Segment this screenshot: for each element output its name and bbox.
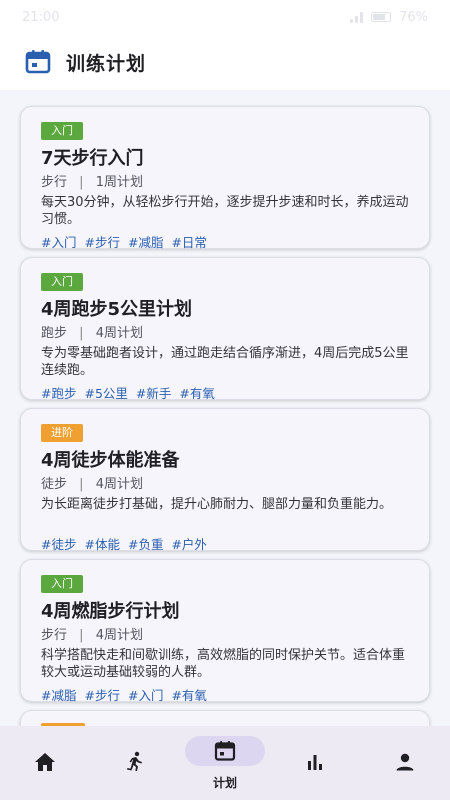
plan-card-partial[interactable]: [20, 710, 430, 726]
plan-type: 步行: [41, 175, 68, 190]
plan-tag: #户外: [171, 537, 207, 552]
level-badge: 进阶: [41, 424, 83, 442]
plan-tag: #负重: [127, 537, 164, 552]
plan-tag: #有氧: [179, 386, 215, 401]
meta-separator: |: [79, 175, 84, 190]
calendar-icon: [214, 741, 236, 761]
plan-title: 4周徒步体能准备: [41, 450, 180, 471]
status-time: 21:00: [22, 9, 60, 25]
plan-tag: #跑步: [41, 386, 77, 401]
level-badge: 入门: [41, 273, 83, 291]
plan-meta: 徒步 | 4周计划: [41, 476, 409, 494]
plan-duration: 4周计划: [95, 326, 143, 341]
plan-description: 为长距离徒步打基础，提升心肺耐力、腿部力量和负重能力。: [41, 497, 393, 512]
plan-title: 4周跑步5公里计划: [41, 299, 193, 320]
plan-tags: #跑步 #5公里 #新手 #有氧: [41, 383, 409, 402]
plan-tag: #体能: [84, 537, 120, 552]
nav-label: 计划: [212, 776, 237, 790]
plan-description: 专为零基础跑者设计，通过跑走结合循序渐进，4周后完成5公里连续跑。: [41, 346, 409, 378]
plan-meta: 跑步 | 4周计划: [41, 325, 409, 343]
plan-list[interactable]: 入门 7天步行入门 步行 | 1周计划 每天30分钟，从轻松步行开始，逐步提升步…: [0, 90, 450, 726]
bar-chart-icon: [308, 755, 322, 770]
plan-tag: #步行: [84, 688, 120, 703]
plan-meta: 步行 | 4周计划: [41, 627, 409, 645]
plan-duration: 1周计划: [95, 175, 143, 190]
person-icon: [396, 753, 414, 771]
plan-tags: #徒步 #体能 #负重 #户外: [41, 534, 409, 553]
status-icons: 76%: [350, 10, 428, 25]
level-badge: 入门: [41, 575, 83, 593]
battery-level: 76%: [399, 9, 428, 25]
page-title: 训练计划: [66, 52, 147, 75]
meta-separator: |: [79, 326, 84, 341]
plan-meta: 步行 | 1周计划: [41, 174, 409, 192]
plan-card[interactable]: 入门 4周燃脂步行计划 步行 | 4周计划 科学搭配快走和间歇训练，高效燃脂的同…: [20, 559, 430, 704]
plan-title: 7天步行入门: [41, 148, 144, 169]
plan-tag: #有氧: [171, 688, 207, 703]
battery-icon: [371, 12, 392, 22]
plan-duration: 4周计划: [95, 628, 143, 643]
plan-type: 徒步: [41, 477, 68, 492]
nav-item-home[interactable]: [0, 726, 90, 800]
plan-title: 4周燃脂步行计划: [41, 601, 180, 622]
plan-duration: 4周计划: [95, 477, 143, 492]
nav-icon-wrap: [275, 747, 355, 777]
plan-card[interactable]: 入门 7天步行入门 步行 | 1周计划 每天30分钟，从轻松步行开始，逐步提升步…: [20, 106, 430, 251]
plan-tag: #减脂: [41, 688, 77, 703]
running-icon: [127, 751, 142, 771]
status-bar: 21:00 76%: [0, 0, 450, 34]
nav-item-stats[interactable]: [270, 726, 360, 800]
nav-item-plan[interactable]: 计划: [180, 726, 270, 800]
plan-tags: #入门 #步行 #减脂 #日常: [41, 232, 409, 251]
plan-tag: #新手: [135, 386, 172, 401]
nav-icon-wrap: [5, 747, 85, 777]
plan-card[interactable]: 进阶 4周徒步体能准备 徒步 | 4周计划 为长距离徒步打基础，提升心肺耐力、腿…: [20, 408, 430, 553]
plan-description: 每天30分钟，从轻松步行开始，逐步提升步速和时长，养成运动习惯。: [41, 195, 409, 227]
nav-icon-wrap: [365, 747, 445, 777]
signal-icon: [350, 11, 364, 23]
plan-tag: #徒步: [41, 537, 77, 552]
plan-type: 跑步: [41, 326, 68, 341]
nav-icon-wrap: [185, 736, 265, 766]
home-icon: [35, 753, 55, 771]
bottom-nav: 计划: [0, 726, 450, 800]
plan-tag: #日常: [171, 235, 207, 250]
nav-item-activity[interactable]: [90, 726, 180, 800]
plan-card[interactable]: 入门 4周跑步5公里计划 跑步 | 4周计划 专为零基础跑者设计，通过跑走结合循…: [20, 257, 430, 402]
plan-tag: #步行: [84, 235, 120, 250]
level-badge: 入门: [41, 122, 83, 140]
meta-separator: |: [79, 628, 84, 643]
plan-tag: #入门: [127, 688, 164, 703]
app-header: 训练计划: [0, 34, 450, 90]
plan-tag: #入门: [41, 235, 77, 250]
plan-type: 步行: [41, 628, 68, 643]
nav-item-profile[interactable]: [360, 726, 450, 800]
meta-separator: |: [79, 477, 84, 492]
nav-icon-wrap: [95, 747, 175, 777]
plan-tag: #5公里: [84, 386, 128, 401]
plan-tags: #减脂 #步行 #入门 #有氧: [41, 685, 409, 704]
plan-tag: #减脂: [127, 235, 164, 250]
plan-description: 科学搭配快走和间歇训练，高效燃脂的同时保护关节。适合体重较大或运动基础较弱的人群…: [41, 648, 406, 680]
calendar-icon: [25, 50, 51, 74]
